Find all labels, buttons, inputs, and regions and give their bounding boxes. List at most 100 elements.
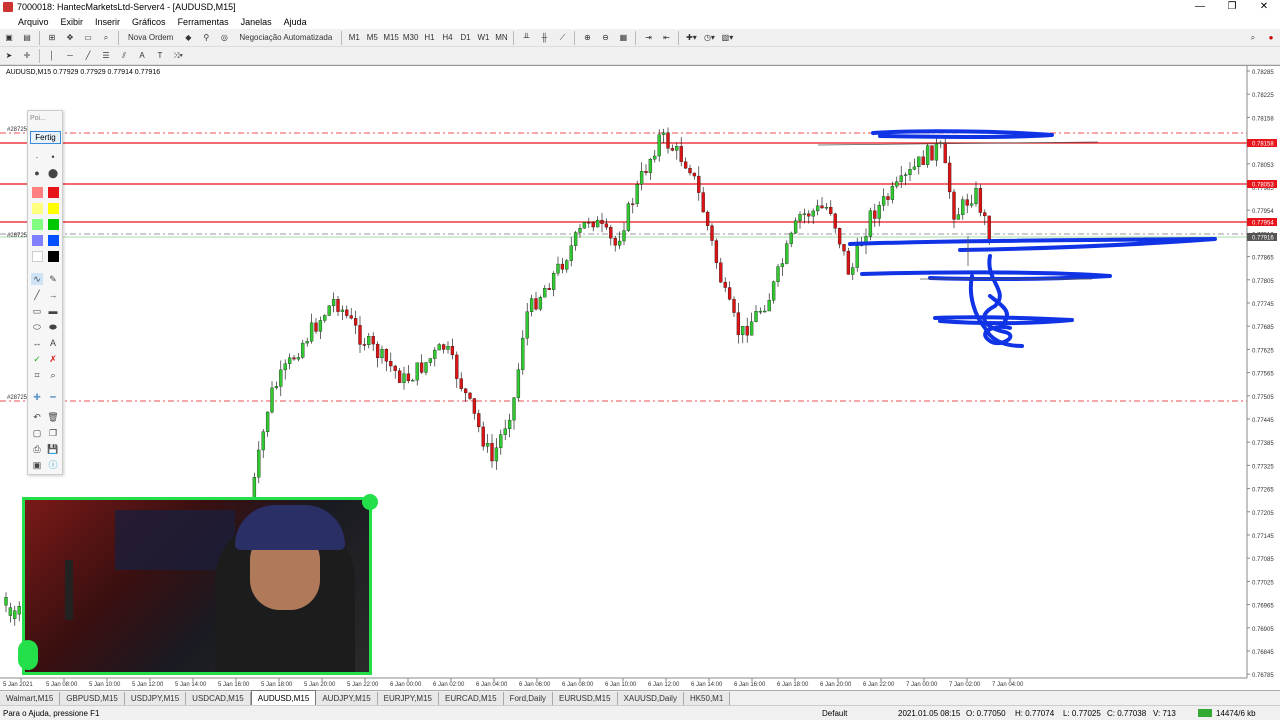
remove-icon[interactable]: ━ bbox=[47, 391, 59, 403]
new-icon[interactable]: ▢ bbox=[31, 427, 43, 439]
color-swatch[interactable] bbox=[32, 235, 43, 246]
maximize-button[interactable]: ❐ bbox=[1216, 0, 1248, 14]
save-icon[interactable]: 💾 bbox=[47, 443, 59, 455]
search-icon[interactable]: ⌕ bbox=[1246, 31, 1260, 45]
filled-ellipse-icon[interactable]: ⬬ bbox=[47, 321, 59, 333]
navigator-icon[interactable]: ✥ bbox=[63, 31, 77, 45]
cursor-icon[interactable]: ➤ bbox=[2, 49, 16, 63]
crop-icon[interactable]: ⌗ bbox=[31, 369, 43, 381]
indicators-icon[interactable]: ✚▾ bbox=[684, 31, 698, 45]
fibonacci-icon[interactable]: ☰ bbox=[99, 49, 113, 63]
close-button[interactable]: ✕ bbox=[1248, 0, 1280, 14]
color-swatch[interactable] bbox=[48, 251, 59, 262]
tester-icon[interactable]: ⌕ bbox=[99, 31, 113, 45]
zoom-icon[interactable]: ⌕ bbox=[47, 369, 59, 381]
tab-audusd-m15[interactable]: AUDUSD,M15 bbox=[250, 690, 317, 705]
profiles-icon[interactable]: ▤ bbox=[20, 31, 34, 45]
tab-hk50-m1[interactable]: HK50,M1 bbox=[683, 692, 731, 705]
bar-chart-icon[interactable]: ╨ bbox=[519, 31, 533, 45]
screen-icon[interactable]: ▣ bbox=[31, 459, 43, 471]
periods-icon[interactable]: ◷▾ bbox=[702, 31, 716, 45]
autoscroll-icon[interactable]: ⇥ bbox=[641, 31, 655, 45]
color-swatch[interactable] bbox=[48, 187, 59, 198]
market-icon[interactable]: ◎ bbox=[217, 31, 231, 45]
filled-rect-icon[interactable]: ▬ bbox=[47, 305, 59, 317]
trendline-icon[interactable]: ╱ bbox=[81, 49, 95, 63]
ellipse-icon[interactable]: ⬭ bbox=[31, 321, 43, 333]
color-swatch[interactable] bbox=[48, 235, 59, 246]
menu-ferramentas[interactable]: Ferramentas bbox=[172, 17, 235, 27]
tab-gbpusd-m15[interactable]: GBPUSD,M15 bbox=[60, 692, 125, 705]
menu-ajuda[interactable]: Ajuda bbox=[278, 17, 313, 27]
tab-xauusd-daily[interactable]: XAUUSD,Daily bbox=[617, 692, 684, 705]
double-arrow-icon[interactable]: ↔ bbox=[31, 337, 43, 349]
pen-icon[interactable]: ∿ bbox=[31, 273, 43, 285]
tab-eurcad-m15[interactable]: EURCAD,M15 bbox=[438, 692, 504, 705]
timeframe-d1[interactable]: D1 bbox=[458, 31, 472, 45]
color-swatch[interactable] bbox=[48, 203, 59, 214]
color-swatch[interactable] bbox=[32, 251, 43, 262]
menu-arquivo[interactable]: Arquivo bbox=[0, 17, 55, 27]
menu-inserir[interactable]: Inserir bbox=[89, 17, 126, 27]
line-icon[interactable]: ╱ bbox=[31, 289, 43, 301]
crosshair-icon[interactable]: ✛ bbox=[20, 49, 34, 63]
tab-audjpy-m15[interactable]: AUDJPY,M15 bbox=[316, 692, 378, 705]
auto-trading-button[interactable]: Negociação Automatizada bbox=[235, 31, 336, 45]
templates-icon[interactable]: ▧▾ bbox=[720, 31, 734, 45]
arrows-icon[interactable]: ⤨▾ bbox=[171, 49, 185, 63]
tab-eurusd-m15[interactable]: EURUSD,M15 bbox=[553, 692, 618, 705]
large-dot-icon[interactable]: ● bbox=[31, 167, 43, 179]
menu-graficos[interactable]: Gráficos bbox=[126, 17, 172, 27]
channel-icon[interactable]: ⫽ bbox=[117, 49, 131, 63]
undo-icon[interactable]: ↶ bbox=[31, 411, 43, 423]
check-icon[interactable]: ✓ bbox=[31, 353, 43, 365]
minimize-button[interactable]: — bbox=[1184, 0, 1216, 14]
menu-exibir[interactable]: Exibir bbox=[55, 17, 90, 27]
signals-icon[interactable]: ⚲ bbox=[199, 31, 213, 45]
cross-icon[interactable]: ✗ bbox=[47, 353, 59, 365]
metaeditor-icon[interactable]: ◆ bbox=[181, 31, 195, 45]
help-icon[interactable]: ● bbox=[1264, 31, 1278, 45]
zoom-out-icon[interactable]: ⊖ bbox=[598, 31, 612, 45]
text-icon[interactable]: A bbox=[135, 49, 149, 63]
add-icon[interactable]: ✚ bbox=[31, 391, 43, 403]
color-swatch[interactable] bbox=[48, 219, 59, 230]
new-chart-icon[interactable]: ▣ bbox=[2, 31, 16, 45]
tab-walmart-m15[interactable]: Walmart,M15 bbox=[0, 692, 61, 705]
timeframe-w1[interactable]: W1 bbox=[476, 31, 490, 45]
text-icon[interactable]: A bbox=[47, 337, 59, 349]
eraser-icon[interactable]: ✎ bbox=[47, 273, 59, 285]
done-button[interactable]: Fertig bbox=[30, 131, 61, 144]
candle-chart-icon[interactable]: ╫ bbox=[537, 31, 551, 45]
arrow-icon[interactable]: → bbox=[47, 289, 59, 301]
color-swatch[interactable] bbox=[32, 219, 43, 230]
small-dot-icon[interactable]: · bbox=[31, 151, 43, 163]
timeframe-m5[interactable]: M5 bbox=[365, 31, 379, 45]
color-swatch[interactable] bbox=[32, 203, 43, 214]
timeframe-m30[interactable]: M30 bbox=[403, 31, 419, 45]
timeframe-h1[interactable]: H1 bbox=[422, 31, 436, 45]
label-icon[interactable]: T bbox=[153, 49, 167, 63]
line-chart-icon[interactable]: ⟋ bbox=[555, 31, 569, 45]
chart-shift-icon[interactable]: ⇤ bbox=[659, 31, 673, 45]
zoom-in-icon[interactable]: ⊕ bbox=[580, 31, 594, 45]
tab-eurjpy-m15[interactable]: EURJPY,M15 bbox=[377, 692, 439, 705]
xlarge-dot-icon[interactable]: ⬤ bbox=[47, 167, 59, 179]
print-icon[interactable]: ⎙ bbox=[31, 443, 43, 455]
market-watch-icon[interactable]: ⊞ bbox=[45, 31, 59, 45]
vertical-line-icon[interactable]: │ bbox=[45, 49, 59, 63]
rect-icon[interactable]: ▭ bbox=[31, 305, 43, 317]
tile-windows-icon[interactable]: ▦ bbox=[616, 31, 630, 45]
tab-usdcad-m15[interactable]: USDCAD,M15 bbox=[186, 692, 251, 705]
horizontal-line-icon[interactable]: ─ bbox=[63, 49, 77, 63]
menu-janelas[interactable]: Janelas bbox=[235, 17, 278, 27]
color-swatch[interactable] bbox=[32, 187, 43, 198]
terminal-icon[interactable]: ▭ bbox=[81, 31, 95, 45]
new-order-button[interactable]: Nova Ordem bbox=[124, 31, 177, 45]
copy-icon[interactable]: ❐ bbox=[47, 427, 59, 439]
timeframe-m15[interactable]: M15 bbox=[383, 31, 399, 45]
trash-icon[interactable]: 🗑 bbox=[47, 411, 59, 423]
info-icon[interactable]: ⓘ bbox=[47, 459, 59, 471]
tab-ford-daily[interactable]: Ford,Daily bbox=[503, 692, 554, 705]
timeframe-mn[interactable]: MN bbox=[494, 31, 508, 45]
